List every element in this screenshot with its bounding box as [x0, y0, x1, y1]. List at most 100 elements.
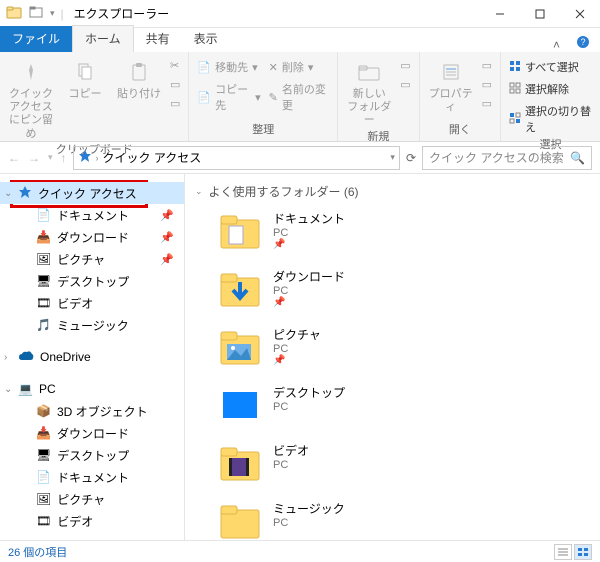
tab-home[interactable]: ホーム [72, 25, 134, 52]
tree-pc-videos[interactable]: 🎞ビデオ [0, 510, 184, 532]
new-item-button[interactable]: ▭ [398, 58, 412, 73]
qat-new-folder-icon[interactable] [28, 4, 44, 23]
item-music[interactable]: ミュージックPC [195, 492, 590, 540]
help-icon[interactable]: ? [566, 35, 600, 52]
pin-icon: 📌 [160, 253, 174, 266]
tab-share[interactable]: 共有 [134, 26, 182, 52]
search-placeholder: クイック アクセスの検索 [429, 149, 564, 166]
navigation-bar: ← → ▾ ↑ › クイック アクセス ▾ ⟳ クイック アクセスの検索 🔍 [0, 142, 600, 174]
folder-icon: 📥 [36, 230, 51, 244]
folder-icon: 🎞 [36, 514, 51, 528]
expander-icon[interactable]: › [4, 352, 7, 363]
minimize-button[interactable] [480, 0, 520, 28]
explorer-icon [6, 4, 22, 23]
group-organize: 📄移動先 ▾ 📄コピー先 ▾ ✕削除 ▾ ✎名前の変更 整理 [189, 52, 338, 141]
ribbon-collapse-icon[interactable]: ˄ [547, 38, 566, 52]
select-none-icon [509, 82, 521, 97]
path-icon: ▭ [170, 78, 180, 91]
tree-downloads[interactable]: 📥ダウンロード📌 [0, 226, 184, 248]
delete-button[interactable]: ✕削除 ▾ [267, 58, 332, 76]
invert-selection-button[interactable]: 選択の切り替え [507, 102, 594, 136]
address-dropdown-icon[interactable]: ▾ [390, 152, 395, 163]
main-view[interactable]: ⌄ よく使用するフォルダー (6) ドキュメントPC📌 ダウンロードPC📌 ピク… [185, 174, 600, 540]
paste-button[interactable]: 貼り付け [114, 58, 164, 101]
tree-desktop[interactable]: 🖥デスクトップ [0, 270, 184, 292]
details-view-button[interactable] [554, 544, 572, 560]
copy-to-button[interactable]: 📄コピー先 ▾ [195, 80, 262, 114]
new-folder-button[interactable]: 新しい フォルダー [344, 58, 394, 128]
tree-pc-downloads[interactable]: 📥ダウンロード [0, 422, 184, 444]
edit-icon: ▭ [482, 78, 492, 91]
maximize-button[interactable] [520, 0, 560, 28]
window-title: エクスプローラー [64, 5, 170, 22]
new-item-icon: ▭ [400, 59, 410, 72]
crumb-chevron-icon[interactable]: › [96, 153, 99, 163]
folder-icon: 📄 [36, 208, 51, 222]
search-icon: 🔍 [570, 151, 585, 165]
item-desktop[interactable]: デスクトップPC [195, 376, 590, 434]
qat-dropdown-icon[interactable]: ▾ [50, 8, 55, 19]
pin-icon: 📌 [273, 355, 321, 366]
up-button[interactable]: ↑ [61, 151, 67, 165]
refresh-button[interactable]: ⟳ [406, 151, 416, 165]
folder-icon: 🎵 [36, 318, 51, 332]
icons-view-button[interactable] [574, 544, 592, 560]
move-to-button[interactable]: 📄移動先 ▾ [195, 58, 262, 76]
history-button[interactable]: ▭ [480, 96, 494, 111]
tab-file[interactable]: ファイル [0, 26, 72, 52]
back-button[interactable]: ← [8, 151, 20, 165]
folder-icon: 🖼 [36, 252, 51, 266]
navigation-tree[interactable]: ⌄ クイック アクセス 📄ドキュメント📌 📥ダウンロード📌 🖼ピクチャ📌 🖥デス… [0, 174, 185, 540]
items-list: ドキュメントPC📌 ダウンロードPC📌 ピクチャPC📌 デスクトップPC ビデオ… [195, 202, 590, 540]
recent-locations-button[interactable]: ▾ [48, 152, 53, 163]
address-bar[interactable]: › クイック アクセス ▾ [73, 146, 400, 170]
breadcrumb-location[interactable]: クイック アクセス [103, 149, 202, 166]
tree-pc-pictures[interactable]: 🖼ピクチャ [0, 488, 184, 510]
downloads-folder-icon [219, 268, 261, 310]
group-header[interactable]: ⌄ よく使用するフォルダー (6) [195, 180, 590, 202]
group-new: 新しい フォルダー ▭ ▭ 新規 [338, 52, 419, 141]
easy-access-icon: ▭ [400, 78, 410, 91]
expander-icon[interactable]: ⌄ [4, 188, 12, 199]
rename-button[interactable]: ✎名前の変更 [267, 80, 332, 114]
select-none-button[interactable]: 選択解除 [507, 80, 594, 98]
desktop-folder-icon [219, 384, 261, 426]
tree-onedrive[interactable]: › OneDrive [0, 346, 184, 368]
tree-pc-documents[interactable]: 📄ドキュメント [0, 466, 184, 488]
scissors-icon: ✂ [170, 59, 179, 72]
close-button[interactable] [560, 0, 600, 28]
expander-icon[interactable]: ⌄ [4, 384, 12, 395]
quick-access-toolbar: ▾ | [0, 4, 64, 23]
documents-folder-icon [219, 210, 261, 252]
tree-pc-3d[interactable]: 📦3D オブジェクト [0, 400, 184, 422]
tree-pictures[interactable]: 🖼ピクチャ📌 [0, 248, 184, 270]
item-documents[interactable]: ドキュメントPC📌 [195, 202, 590, 260]
item-downloads[interactable]: ダウンロードPC📌 [195, 260, 590, 318]
properties-button[interactable]: プロパティ [426, 58, 476, 114]
copy-button[interactable]: コピー [60, 58, 110, 101]
content-area: ⌄ クイック アクセス 📄ドキュメント📌 📥ダウンロード📌 🖼ピクチャ📌 🖥デス… [0, 174, 600, 540]
copy-path-button[interactable]: ▭ [168, 77, 182, 92]
select-all-button[interactable]: すべて選択 [507, 58, 594, 76]
cut-button[interactable]: ✂ [168, 58, 182, 73]
tree-music[interactable]: 🎵ミュージック [0, 314, 184, 336]
tab-view[interactable]: 表示 [182, 26, 230, 52]
easy-access-button[interactable]: ▭ [398, 77, 412, 92]
folder-icon: 📄 [36, 470, 51, 484]
tree-pc-desktop[interactable]: 🖥デスクトップ [0, 444, 184, 466]
edit-button[interactable]: ▭ [480, 77, 494, 92]
search-box[interactable]: クイック アクセスの検索 🔍 [422, 146, 592, 170]
pin-to-quickaccess-button[interactable]: クイック アクセスにピン留め [6, 58, 56, 141]
videos-folder-icon [219, 442, 261, 484]
tree-videos[interactable]: 🎞ビデオ [0, 292, 184, 314]
tree-documents[interactable]: 📄ドキュメント📌 [0, 204, 184, 226]
chevron-down-icon[interactable]: ⌄ [195, 186, 203, 197]
tree-pc[interactable]: ⌄ 💻 PC [0, 378, 184, 400]
open-button[interactable]: ▭ [480, 58, 494, 73]
tree-quick-access[interactable]: ⌄ クイック アクセス [0, 182, 184, 204]
forward-button[interactable]: → [28, 151, 40, 165]
paste-shortcut-button[interactable]: ▭ [168, 96, 182, 111]
group-select: すべて選択 選択解除 選択の切り替え 選択 [501, 52, 600, 141]
item-pictures[interactable]: ピクチャPC📌 [195, 318, 590, 376]
item-videos[interactable]: ビデオPC [195, 434, 590, 492]
